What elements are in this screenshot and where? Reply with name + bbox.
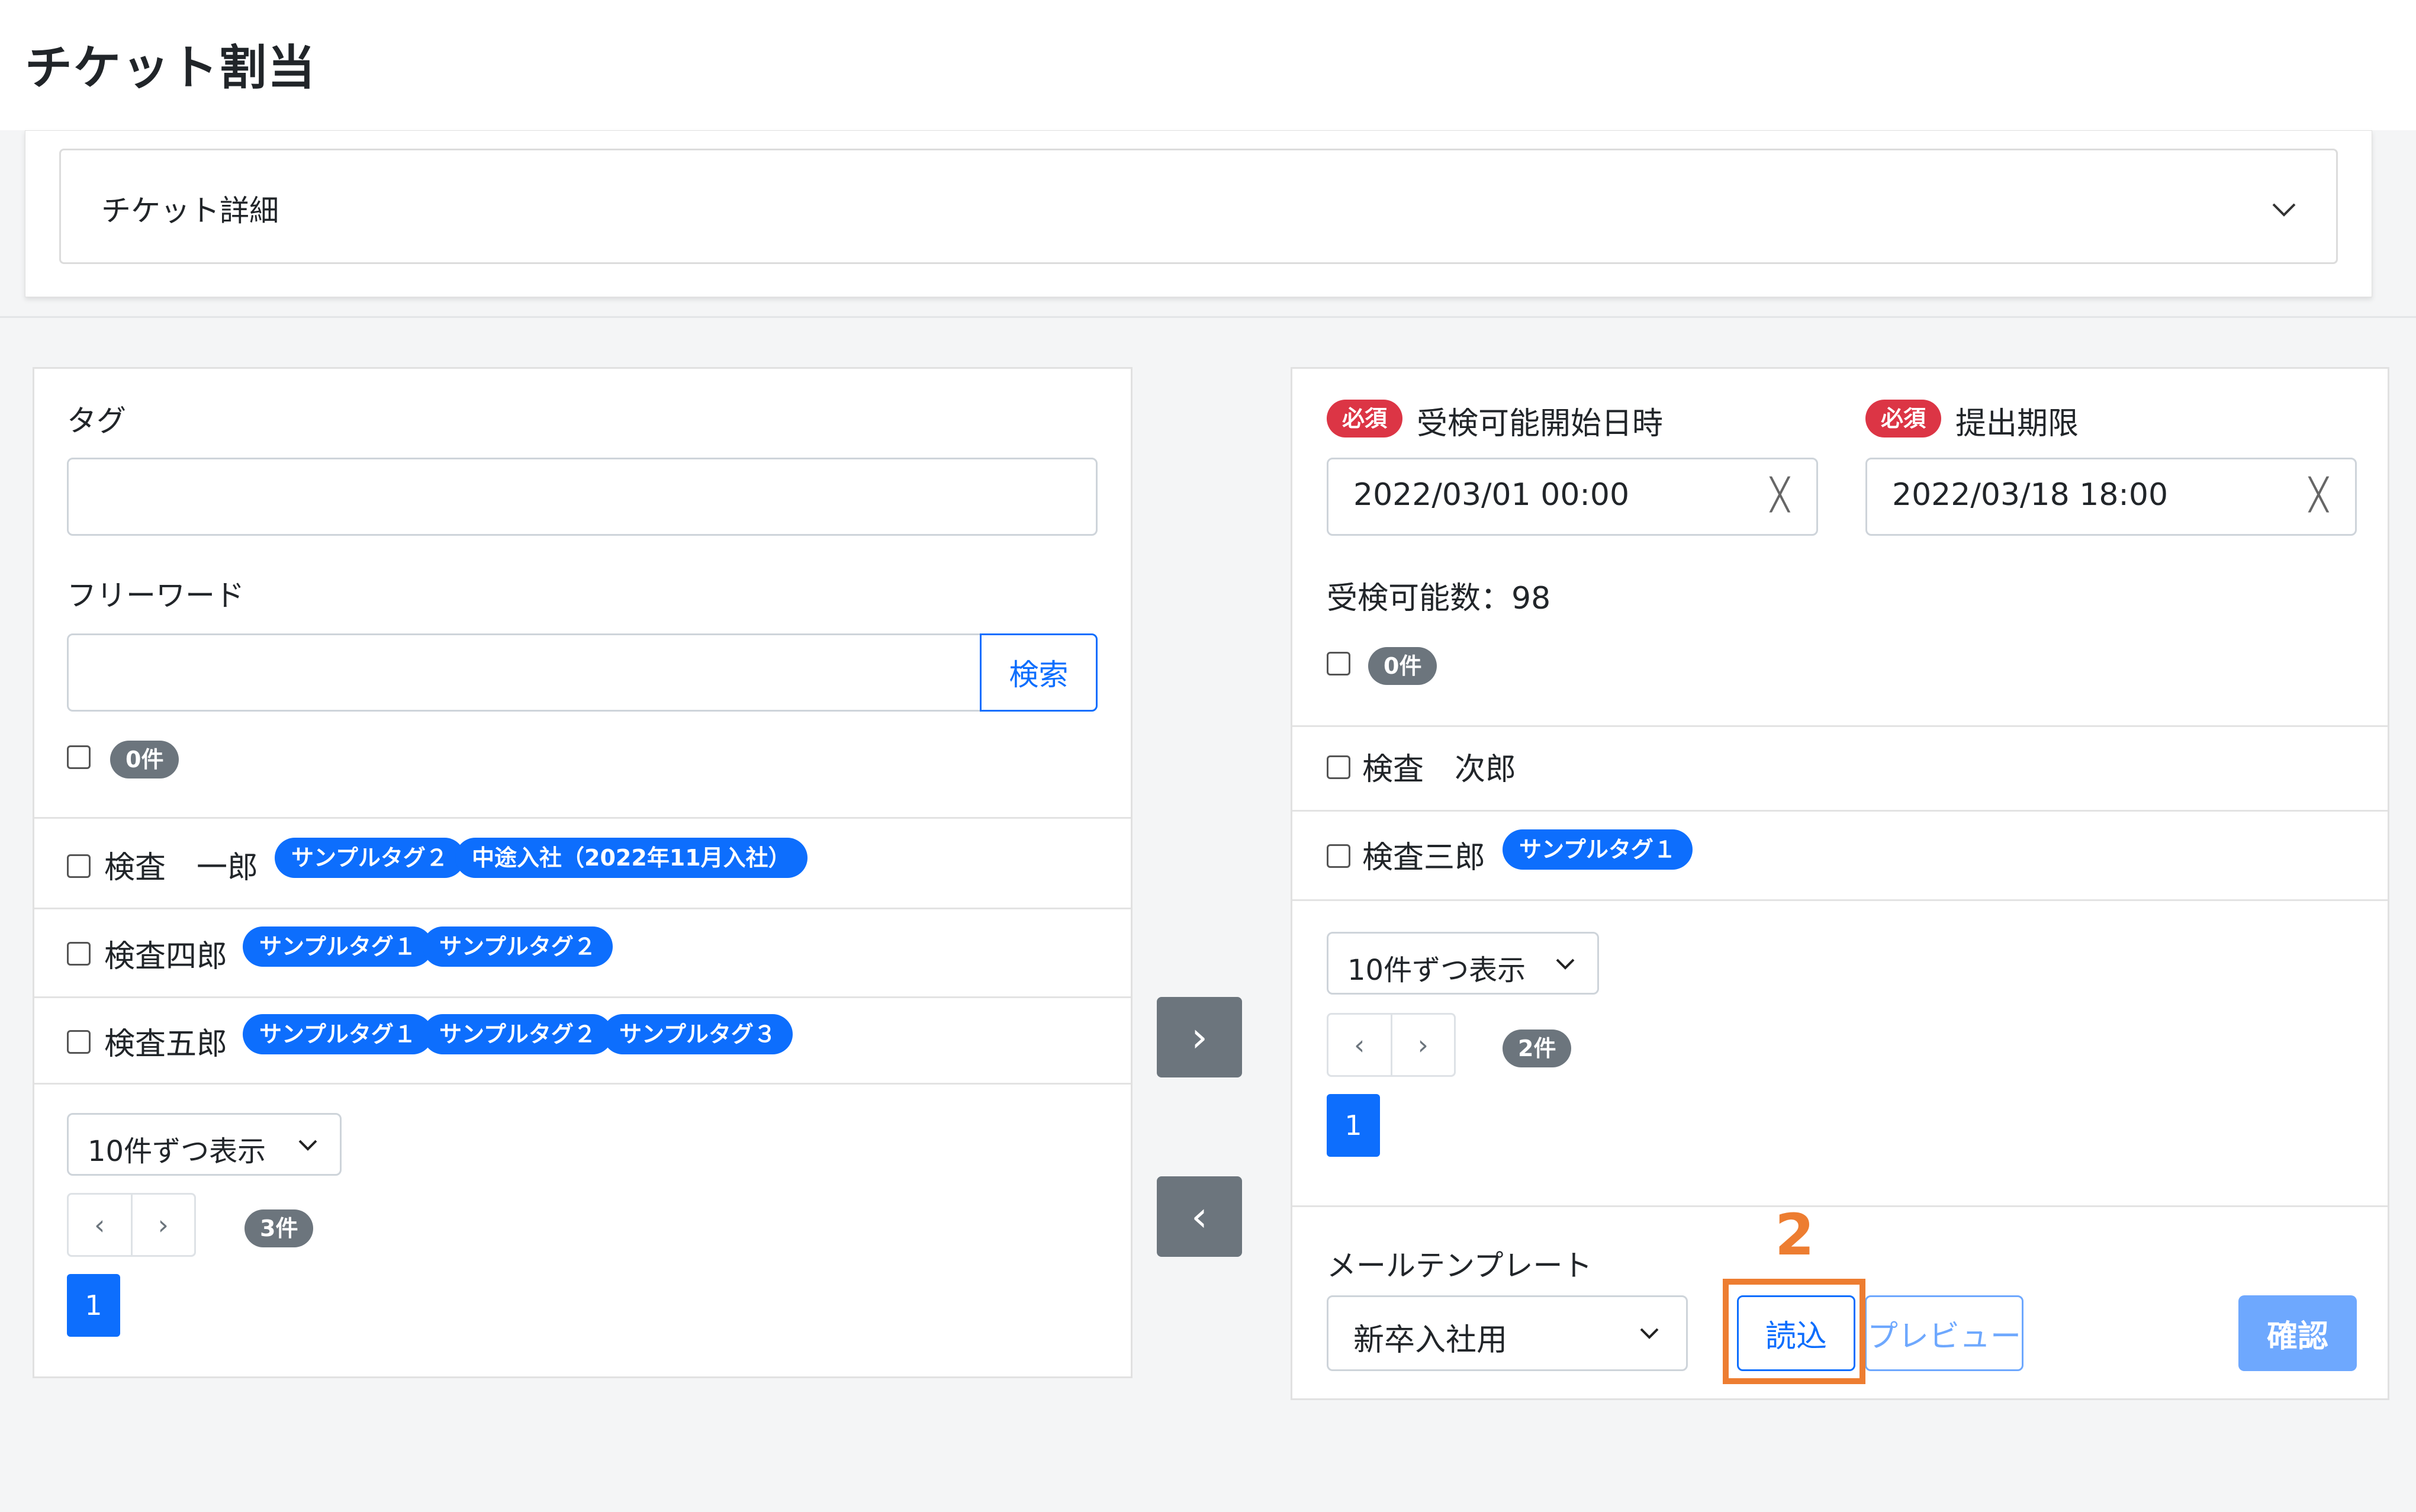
step-number: 2 xyxy=(1775,1202,1815,1268)
row-checkbox[interactable] xyxy=(1327,844,1350,868)
required-badge: 必須 xyxy=(1327,400,1403,437)
assigned-panel: 必須 受検可能開始日時 必須 提出期限 2022/03/01 00:00 ╳ 2… xyxy=(1291,367,2389,1400)
page-title: チケット割当 xyxy=(25,40,316,95)
chevron-down-icon xyxy=(1640,1328,1659,1339)
tag-badge: サンプルタグ１ xyxy=(243,926,433,967)
tag-badge: 中途入社（2022年11月入社） xyxy=(455,838,808,878)
row-checkbox[interactable] xyxy=(67,854,91,878)
deadline-label: 提出期限 xyxy=(1955,406,2079,442)
select-all-checkbox[interactable] xyxy=(1327,652,1350,675)
section-divider xyxy=(0,316,2416,318)
freeword-input[interactable] xyxy=(67,633,990,712)
row-divider xyxy=(34,996,1131,998)
row-divider xyxy=(34,817,1131,819)
tag-input[interactable] xyxy=(67,458,1098,536)
required-badge: 必須 xyxy=(1865,400,1942,437)
row-divider xyxy=(1292,725,2388,727)
ticket-details-card: チケット詳細 xyxy=(25,130,2372,297)
mail-template-label: メールテンプレート xyxy=(1327,1249,1593,1283)
tag-label: タグ xyxy=(67,404,126,438)
prev-page-button[interactable]: ‹ xyxy=(69,1195,131,1255)
row-divider xyxy=(34,908,1131,909)
tag-badge: サンプルタグ１ xyxy=(1503,829,1693,870)
row-checkbox[interactable] xyxy=(1327,755,1350,779)
row-divider xyxy=(1292,899,2388,901)
preview-button[interactable]: プレビュー xyxy=(1865,1295,2023,1371)
page-header: チケット割当 xyxy=(0,0,2416,130)
total-count-badge: 2件 xyxy=(1503,1030,1572,1067)
page-number-button[interactable]: 1 xyxy=(67,1274,120,1337)
freeword-label: フリーワード xyxy=(67,578,245,613)
select-all-checkbox[interactable] xyxy=(67,745,91,769)
start-datetime-input[interactable]: 2022/03/01 00:00 ╳ xyxy=(1327,458,1818,536)
examinee-name: 検査 次郎 xyxy=(1362,752,1517,787)
tag-badge: サンプルタグ２ xyxy=(423,1014,613,1054)
page-number-button[interactable]: 1 xyxy=(1327,1094,1380,1157)
row-divider xyxy=(34,1083,1131,1085)
chevron-down-icon[interactable] xyxy=(2271,197,2297,223)
chevron-down-icon xyxy=(298,1140,317,1151)
available-count-text: 受検可能数：98 xyxy=(1327,581,1551,616)
unassigned-panel: タグ フリーワード 検索 0件 検査 一郎 サンプルタグ２ 中途入社（2022年… xyxy=(33,367,1133,1378)
move-right-button[interactable]: › xyxy=(1157,997,1242,1077)
examinee-name: 検査 一郎 xyxy=(104,850,259,886)
mail-template-select[interactable]: 新卒入社用 xyxy=(1327,1295,1688,1371)
clear-icon[interactable]: ╳ xyxy=(2309,477,2328,513)
page-size-select[interactable]: 10件ずつ表示 xyxy=(1327,932,1599,995)
search-button[interactable]: 検索 xyxy=(980,633,1098,712)
tag-badge: サンプルタグ２ xyxy=(423,926,613,967)
row-divider xyxy=(1292,810,2388,812)
deadline-input[interactable]: 2022/03/18 18:00 ╳ xyxy=(1865,458,2357,536)
pagination: ‹ › xyxy=(1327,1013,1456,1077)
examinee-name: 検査四郎 xyxy=(104,939,228,974)
confirm-button[interactable]: 確認 xyxy=(2238,1295,2357,1371)
row-checkbox[interactable] xyxy=(67,1030,91,1054)
start-datetime-label: 受検可能開始日時 xyxy=(1417,406,1664,442)
chevron-down-icon xyxy=(1556,958,1575,970)
pagination: ‹ › xyxy=(67,1193,196,1257)
tag-badge: サンプルタグ３ xyxy=(603,1014,793,1054)
total-count-badge: 3件 xyxy=(245,1209,314,1247)
next-page-button[interactable]: › xyxy=(130,1195,195,1255)
page-size-select[interactable]: 10件ずつ表示 xyxy=(67,1113,342,1176)
selected-count-badge: 0件 xyxy=(110,741,179,778)
clear-icon[interactable]: ╳ xyxy=(1771,477,1789,513)
examinee-name: 検査三郎 xyxy=(1362,840,1486,876)
ticket-details-label: チケット詳細 xyxy=(101,194,279,228)
next-page-button[interactable]: › xyxy=(1390,1015,1455,1075)
examinee-name: 検査五郎 xyxy=(104,1027,228,1062)
row-divider xyxy=(1292,1205,2388,1207)
prev-page-button[interactable]: ‹ xyxy=(1328,1015,1391,1075)
tag-badge: サンプルタグ１ xyxy=(243,1014,433,1054)
tag-badge: サンプルタグ２ xyxy=(275,838,465,878)
move-left-button[interactable]: ‹ xyxy=(1157,1176,1242,1257)
row-checkbox[interactable] xyxy=(67,942,91,966)
selected-count-badge: 0件 xyxy=(1368,647,1437,685)
ticket-details-accordion[interactable]: チケット詳細 xyxy=(59,149,2338,264)
highlight-box xyxy=(1723,1279,1865,1384)
